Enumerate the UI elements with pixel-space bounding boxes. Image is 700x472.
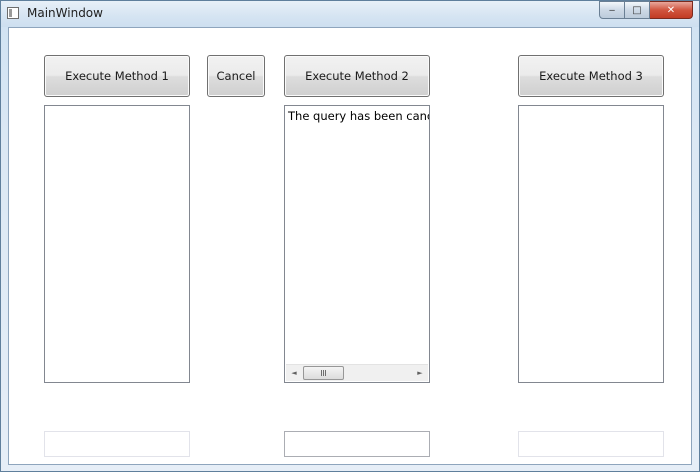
client-area: Execute Method 1 Cancel Execute Method 2… xyxy=(8,27,692,465)
scrollbar-thumb[interactable] xyxy=(303,366,344,380)
results-list-1[interactable] xyxy=(44,105,190,383)
list-item[interactable]: The query has been canceled xyxy=(288,109,429,123)
result-textbox-1[interactable] xyxy=(44,431,190,457)
cancel-button[interactable]: Cancel xyxy=(207,55,265,97)
scroll-left-icon[interactable]: ◄ xyxy=(286,365,302,381)
execute-method-3-button[interactable]: Execute Method 3 xyxy=(518,55,664,97)
close-button[interactable]: ✕ xyxy=(650,1,693,19)
minimize-icon: ‒ xyxy=(608,4,616,16)
result-textbox-3[interactable] xyxy=(518,431,664,457)
scroll-right-icon[interactable]: ► xyxy=(412,365,428,381)
maximize-icon: □ xyxy=(632,4,642,16)
results-list-2[interactable]: The query has been canceled ◄ ► xyxy=(284,105,430,383)
minimize-button[interactable]: ‒ xyxy=(599,1,625,19)
main-window: MainWindow ‒ □ ✕ Execute Method 1 Cancel… xyxy=(0,0,700,472)
grip-icon xyxy=(321,370,326,376)
results-list-3[interactable] xyxy=(518,105,664,383)
window-title: MainWindow xyxy=(27,6,103,20)
horizontal-scrollbar[interactable]: ◄ ► xyxy=(286,364,428,381)
maximize-button[interactable]: □ xyxy=(625,1,650,19)
caption-buttons: ‒ □ ✕ xyxy=(599,1,693,20)
window-app-icon[interactable] xyxy=(7,7,19,19)
title-bar[interactable]: MainWindow ‒ □ ✕ xyxy=(1,1,699,27)
close-icon: ✕ xyxy=(666,4,676,16)
execute-method-2-button[interactable]: Execute Method 2 xyxy=(284,55,430,97)
execute-method-1-button[interactable]: Execute Method 1 xyxy=(44,55,190,97)
result-textbox-2[interactable] xyxy=(284,431,430,457)
